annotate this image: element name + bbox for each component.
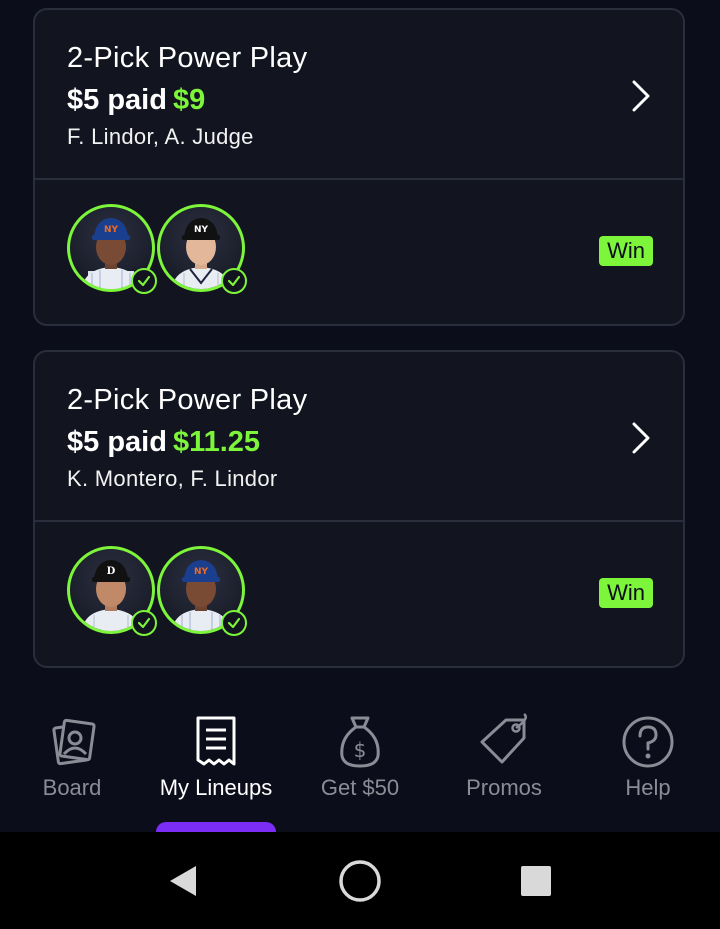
result-badge: Win bbox=[599, 236, 653, 266]
check-icon bbox=[131, 610, 157, 636]
lineup-players: K. Montero, F. Lindor bbox=[67, 466, 278, 491]
payout-amount: $9 bbox=[172, 84, 206, 116]
svg-text:NY: NY bbox=[194, 567, 209, 577]
lineup-title: 2-Pick Power Play bbox=[67, 42, 308, 74]
svg-text:D: D bbox=[107, 566, 116, 577]
lineup-payout: $5 paid $11.25 bbox=[67, 426, 260, 459]
check-icon bbox=[221, 268, 247, 294]
svg-text:NY: NY bbox=[194, 225, 209, 235]
recents-icon[interactable] bbox=[513, 858, 559, 904]
tab-my-lineups[interactable]: My Lineups bbox=[144, 698, 288, 832]
result-badge: Win bbox=[599, 578, 653, 608]
lineup-card[interactable]: 2-Pick Power Play $5 paid $9 F. Lindor, A… bbox=[33, 8, 685, 326]
chevron-right-icon[interactable] bbox=[629, 420, 653, 456]
lineup-card-header[interactable]: 2-Pick Power Play $5 paid $11.25 K. Monte… bbox=[35, 352, 683, 522]
bottom-tab-bar: Board My Lineups $ Get $50 Promos Help bbox=[0, 698, 720, 832]
tab-label: Promos bbox=[466, 775, 542, 800]
paid-label: $5 paid bbox=[67, 426, 167, 458]
chevron-right-icon[interactable] bbox=[629, 78, 653, 114]
svg-text:NY: NY bbox=[104, 225, 119, 235]
tab-board[interactable]: Board bbox=[0, 698, 144, 832]
paid-label: $5 paid bbox=[67, 84, 167, 116]
tab-label: Get $50 bbox=[320, 775, 400, 800]
payout-amount: $11.25 bbox=[172, 426, 261, 458]
board-icon bbox=[52, 718, 96, 766]
lineup-players: F. Lindor, A. Judge bbox=[67, 124, 254, 149]
lineup-card-header[interactable]: 2-Pick Power Play $5 paid $9 F. Lindor, A… bbox=[35, 10, 683, 180]
lineup-payout: $5 paid $9 bbox=[67, 84, 205, 117]
tab-promos[interactable]: Promos bbox=[432, 698, 576, 832]
check-icon bbox=[131, 268, 157, 294]
money-bag-icon: $ bbox=[340, 716, 380, 768]
svg-text:$: $ bbox=[354, 738, 367, 762]
lineup-title: 2-Pick Power Play bbox=[67, 384, 308, 416]
lineup-card[interactable]: 2-Pick Power Play $5 paid $11.25 K. Monte… bbox=[33, 350, 685, 668]
receipt-icon bbox=[196, 716, 236, 766]
check-icon bbox=[221, 610, 247, 636]
lineup-picks: D NY Win bbox=[35, 522, 683, 666]
help-icon bbox=[622, 716, 674, 768]
system-nav-bar bbox=[0, 832, 720, 929]
tab-label: Board bbox=[42, 775, 102, 800]
home-icon[interactable] bbox=[337, 858, 383, 904]
lineup-picks: NY NY Win bbox=[35, 180, 683, 324]
tab-label: My Lineups bbox=[159, 775, 273, 800]
tab-help[interactable]: Help bbox=[576, 698, 720, 832]
tag-icon bbox=[480, 712, 527, 764]
tab-get-50[interactable]: $ Get $50 bbox=[288, 698, 432, 832]
tab-label: Help bbox=[625, 775, 671, 800]
back-icon[interactable] bbox=[160, 858, 206, 904]
